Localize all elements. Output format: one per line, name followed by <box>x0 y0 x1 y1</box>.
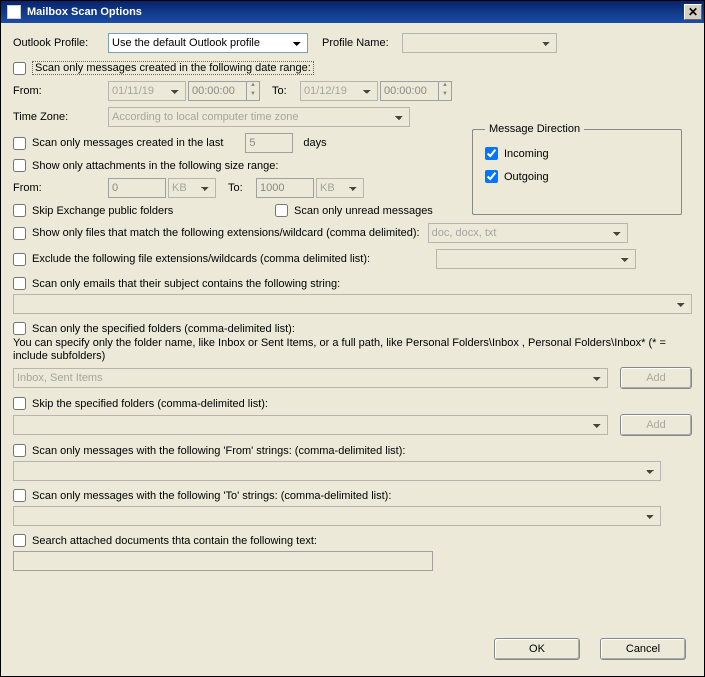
unread-checkbox-label[interactable]: Scan only unread messages <box>275 204 433 217</box>
from-strings-text: Scan only messages with the following 'F… <box>32 445 405 457</box>
subject-checkbox-label[interactable]: Scan only emails that their subject cont… <box>13 277 692 290</box>
ext-show-checkbox[interactable] <box>13 227 26 240</box>
time-to-input[interactable] <box>380 81 438 101</box>
incoming-checkbox-label[interactable]: Incoming <box>485 147 669 160</box>
folders-add-button[interactable]: Add <box>620 367 692 389</box>
outgoing-checkbox[interactable] <box>485 170 498 183</box>
to-strings-checkbox[interactable] <box>13 489 26 502</box>
last-days-checkbox[interactable] <box>13 137 26 150</box>
profile-name-select[interactable] <box>402 33 557 53</box>
attach-text-input[interactable] <box>13 551 433 571</box>
unread-checkbox[interactable] <box>275 204 288 217</box>
ext-excl-checkbox-label[interactable]: Exclude the following file extensions/wi… <box>13 253 370 266</box>
cancel-button[interactable]: Cancel <box>600 638 686 660</box>
close-button[interactable]: ✕ <box>684 4 702 20</box>
attach-text-text: Search attached documents thta contain t… <box>32 535 317 547</box>
ext-excl-checkbox[interactable] <box>13 253 26 266</box>
from-strings-select[interactable] <box>13 461 661 481</box>
date-range-checkbox[interactable] <box>13 62 26 75</box>
outlook-profile-select[interactable]: Use the default Outlook profile <box>108 33 308 53</box>
incoming-checkbox[interactable] <box>485 147 498 160</box>
from-strings-checkbox-label[interactable]: Scan only messages with the following 'F… <box>13 444 692 457</box>
unread-text: Scan only unread messages <box>294 205 433 217</box>
from-strings-checkbox[interactable] <box>13 444 26 457</box>
profile-name-label: Profile Name: <box>322 37 402 49</box>
last-days-text: Scan only messages created in the last <box>32 137 223 149</box>
date-from-select[interactable]: 01/11/19 <box>108 81 186 101</box>
size-from-input[interactable] <box>108 178 166 198</box>
skip-folders-checkbox[interactable] <box>13 397 26 410</box>
days-label: days <box>303 137 326 149</box>
outgoing-checkbox-label[interactable]: Outgoing <box>485 170 669 183</box>
subject-select[interactable] <box>13 294 692 314</box>
skip-folders-text: Skip the specified folders (comma-delimi… <box>32 398 268 410</box>
last-days-input[interactable] <box>245 133 293 153</box>
size-to-input[interactable] <box>256 178 314 198</box>
time-to-spinner[interactable]: ▲▼ <box>380 81 452 101</box>
from-label: From: <box>13 85 108 97</box>
subject-text: Scan only emails that their subject cont… <box>32 278 340 290</box>
dialog-content: Outlook Profile: Use the default Outlook… <box>1 23 704 672</box>
outgoing-text: Outgoing <box>504 171 549 183</box>
titlebar: Mailbox Scan Options ✕ <box>1 1 704 23</box>
size-range-checkbox-label[interactable]: Show only attachments in the following s… <box>13 159 278 172</box>
attach-text-checkbox[interactable] <box>13 534 26 547</box>
to-strings-text: Scan only messages with the following 'T… <box>32 490 391 502</box>
size-from-unit[interactable]: KB <box>168 178 216 198</box>
last-days-checkbox-label[interactable]: Scan only messages created in the last <box>13 137 223 150</box>
size-to-label: To: <box>228 182 256 194</box>
to-label: To: <box>272 85 300 97</box>
time-from-input[interactable] <box>188 81 246 101</box>
incoming-text: Incoming <box>504 148 549 160</box>
message-direction-group: Message Direction Incoming Outgoing <box>472 123 682 215</box>
ext-show-checkbox-label[interactable]: Show only files that match the following… <box>13 227 420 240</box>
skip-exchange-text: Skip Exchange public folders <box>32 205 173 217</box>
folders-checkbox-label[interactable]: Scan only the specified folders (comma-d… <box>13 322 692 335</box>
ext-excl-select[interactable] <box>436 249 636 269</box>
size-range-checkbox[interactable] <box>13 159 26 172</box>
timezone-label: Time Zone: <box>13 111 108 123</box>
app-icon <box>7 5 21 19</box>
ext-show-select[interactable]: doc, docx, txt <box>428 223 628 243</box>
timezone-select[interactable]: According to local computer time zone <box>108 107 410 127</box>
size-from-label: From: <box>13 182 108 194</box>
outlook-profile-label: Outlook Profile: <box>13 37 108 49</box>
date-to-select[interactable]: 01/12/19 <box>300 81 378 101</box>
size-to-unit[interactable]: KB <box>316 178 364 198</box>
skip-folders-checkbox-label[interactable]: Skip the specified folders (comma-delimi… <box>13 397 692 410</box>
ext-excl-text: Exclude the following file extensions/wi… <box>32 253 370 265</box>
time-from-spinner[interactable]: ▲▼ <box>188 81 260 101</box>
folders-select[interactable]: Inbox, Sent Items <box>13 368 608 388</box>
attach-text-checkbox-label[interactable]: Search attached documents thta contain t… <box>13 534 692 547</box>
ext-show-text: Show only files that match the following… <box>32 227 420 239</box>
skip-exchange-checkbox-label[interactable]: Skip Exchange public folders <box>13 204 275 217</box>
subject-checkbox[interactable] <box>13 277 26 290</box>
skip-folders-select[interactable] <box>13 415 608 435</box>
date-range-text: Scan only messages created in the follow… <box>32 61 314 75</box>
skip-exchange-checkbox[interactable] <box>13 204 26 217</box>
folders-checkbox[interactable] <box>13 322 26 335</box>
date-range-checkbox-label[interactable]: Scan only messages created in the follow… <box>13 61 314 75</box>
skip-folders-add-button[interactable]: Add <box>620 414 692 436</box>
window-title: Mailbox Scan Options <box>27 6 684 18</box>
to-strings-select[interactable] <box>13 506 661 526</box>
size-range-text: Show only attachments in the following s… <box>32 160 278 172</box>
message-direction-legend: Message Direction <box>485 123 584 135</box>
folders-text: Scan only the specified folders (comma-d… <box>32 323 295 335</box>
to-strings-checkbox-label[interactable]: Scan only messages with the following 'T… <box>13 489 692 502</box>
folders-hint: You can specify only the folder name, li… <box>13 337 692 363</box>
ok-button[interactable]: OK <box>494 638 580 660</box>
